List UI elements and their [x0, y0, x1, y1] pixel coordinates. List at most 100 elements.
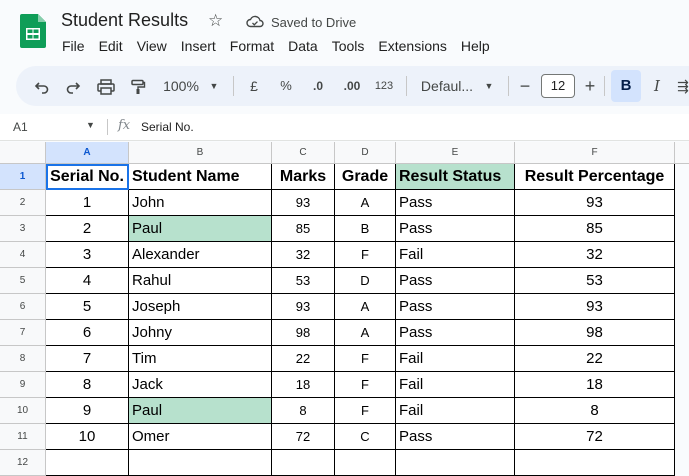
table-cell[interactable]: 6 — [46, 320, 129, 346]
column-header-b[interactable]: B — [129, 142, 272, 164]
menu-data[interactable]: Data — [288, 38, 318, 54]
row-header[interactable]: 5 — [0, 268, 46, 294]
decrease-decimal-button[interactable]: .0 — [307, 66, 329, 106]
header-cell[interactable]: Student Name — [129, 164, 272, 190]
table-cell[interactable]: 85 — [272, 216, 335, 242]
row-header[interactable]: 11 — [0, 424, 46, 450]
table-cell[interactable]: Pass — [396, 294, 515, 320]
column-header-g[interactable] — [675, 142, 689, 164]
table-cell[interactable] — [272, 450, 335, 476]
cloud-saved-icon[interactable] — [246, 14, 264, 33]
table-cell[interactable]: Pass — [396, 216, 515, 242]
table-cell[interactable]: F — [335, 398, 396, 424]
table-cell[interactable]: Pass — [396, 268, 515, 294]
table-cell[interactable]: Pass — [396, 190, 515, 216]
table-cell[interactable]: 5 — [46, 294, 129, 320]
table-cell[interactable]: D — [335, 268, 396, 294]
table-cell[interactable]: A — [335, 294, 396, 320]
table-cell[interactable]: Jack — [129, 372, 272, 398]
table-cell[interactable]: 2 — [46, 216, 129, 242]
document-title[interactable]: Student Results — [61, 10, 188, 31]
table-cell[interactable]: 22 — [515, 346, 675, 372]
table-cell[interactable]: Rahul — [129, 268, 272, 294]
table-cell[interactable]: Pass — [396, 424, 515, 450]
table-cell[interactable]: Tim — [129, 346, 272, 372]
table-cell[interactable]: John — [129, 190, 272, 216]
menu-format[interactable]: Format — [230, 38, 274, 54]
table-cell[interactable]: F — [335, 242, 396, 268]
row-header[interactable]: 8 — [0, 346, 46, 372]
increase-decimal-button[interactable]: .00 — [339, 66, 365, 106]
row-header[interactable]: 4 — [0, 242, 46, 268]
undo-icon[interactable] — [30, 66, 54, 106]
table-cell[interactable]: B — [335, 216, 396, 242]
table-cell[interactable]: 3 — [46, 242, 129, 268]
paint-format-icon[interactable] — [126, 66, 150, 106]
row-header[interactable]: 2 — [0, 190, 46, 216]
strikethrough-icon[interactable]: ⇶ — [676, 66, 689, 106]
zoom-caret-icon[interactable]: ▼ — [208, 66, 220, 106]
table-cell[interactable] — [515, 450, 675, 476]
table-cell[interactable]: 8 — [272, 398, 335, 424]
table-cell[interactable]: Paul — [129, 398, 272, 424]
table-cell[interactable]: 85 — [515, 216, 675, 242]
table-cell[interactable]: 98 — [272, 320, 335, 346]
row-header[interactable]: 3 — [0, 216, 46, 242]
table-cell[interactable]: 32 — [515, 242, 675, 268]
table-cell[interactable]: Fail — [396, 398, 515, 424]
table-cell[interactable]: 53 — [515, 268, 675, 294]
menu-view[interactable]: View — [137, 38, 167, 54]
table-cell[interactable] — [129, 450, 272, 476]
table-cell[interactable]: Fail — [396, 242, 515, 268]
bold-button[interactable]: B — [611, 70, 641, 102]
menu-help[interactable]: Help — [461, 38, 490, 54]
percent-button[interactable]: % — [276, 66, 296, 106]
table-cell[interactable]: Fail — [396, 372, 515, 398]
table-cell[interactable]: 1 — [46, 190, 129, 216]
increase-font-size-icon[interactable]: + — [581, 66, 599, 106]
table-cell[interactable]: 18 — [272, 372, 335, 398]
table-cell[interactable]: 18 — [515, 372, 675, 398]
column-header-f[interactable]: F — [515, 142, 675, 164]
table-cell[interactable]: 93 — [272, 190, 335, 216]
table-cell[interactable] — [396, 450, 515, 476]
table-cell[interactable]: Joseph — [129, 294, 272, 320]
table-cell[interactable]: 8 — [46, 372, 129, 398]
header-cell[interactable]: Marks — [272, 164, 335, 190]
table-cell[interactable]: 93 — [515, 190, 675, 216]
column-header-e[interactable]: E — [396, 142, 515, 164]
table-cell[interactable]: 53 — [272, 268, 335, 294]
table-cell[interactable]: Paul — [129, 216, 272, 242]
star-icon[interactable]: ☆ — [208, 11, 223, 31]
table-cell[interactable]: 98 — [515, 320, 675, 346]
table-cell[interactable] — [46, 450, 129, 476]
menu-file[interactable]: File — [62, 38, 85, 54]
table-cell[interactable]: A — [335, 190, 396, 216]
table-cell[interactable]: C — [335, 424, 396, 450]
table-cell[interactable]: 72 — [272, 424, 335, 450]
font-size-input[interactable]: 12 — [541, 74, 575, 98]
header-cell[interactable]: Result Status — [396, 164, 515, 190]
table-cell[interactable]: Johny — [129, 320, 272, 346]
table-cell[interactable]: 93 — [515, 294, 675, 320]
number-format-button[interactable]: 123 — [372, 66, 396, 106]
table-cell[interactable]: 22 — [272, 346, 335, 372]
row-header[interactable]: 6 — [0, 294, 46, 320]
menu-extensions[interactable]: Extensions — [378, 38, 446, 54]
table-cell[interactable]: 7 — [46, 346, 129, 372]
column-header-c[interactable]: C — [272, 142, 335, 164]
name-box-caret-icon[interactable]: ▼ — [86, 120, 95, 130]
header-cell[interactable]: Serial No. — [46, 164, 129, 190]
table-cell[interactable]: Omer — [129, 424, 272, 450]
select-all-corner[interactable] — [0, 142, 46, 164]
row-header[interactable]: 10 — [0, 398, 46, 424]
header-cell[interactable]: Result Percentage — [515, 164, 675, 190]
table-cell[interactable]: Pass — [396, 320, 515, 346]
row-header[interactable]: 12 — [0, 450, 46, 476]
table-cell[interactable]: F — [335, 372, 396, 398]
table-cell[interactable] — [335, 450, 396, 476]
print-icon[interactable] — [93, 66, 119, 106]
table-cell[interactable]: 4 — [46, 268, 129, 294]
column-header-d[interactable]: D — [335, 142, 396, 164]
font-family-select[interactable]: Defaul... — [417, 66, 477, 106]
